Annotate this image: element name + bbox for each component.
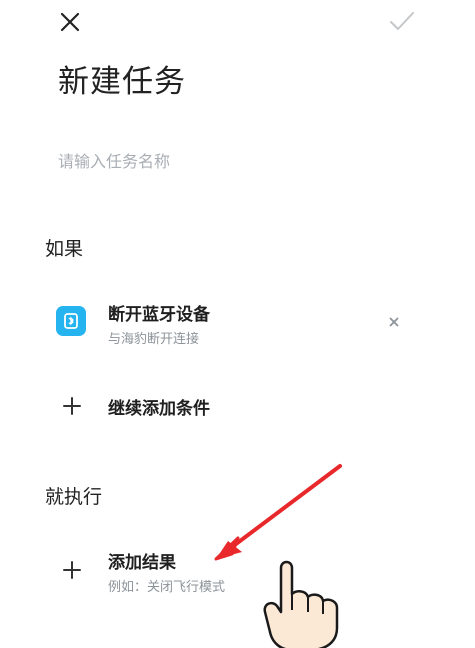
- bluetooth-device-icon: [56, 306, 86, 336]
- plus-icon: [63, 397, 81, 415]
- if-section-title: 如果: [45, 238, 84, 260]
- close-icon: [60, 12, 80, 32]
- add-result-hint: 例如：关闭飞行模式: [108, 580, 226, 595]
- add-result-label: 添加结果: [108, 553, 176, 573]
- confirm-button[interactable]: [388, 8, 416, 36]
- new-task-screen: 新建任务 如果 断开蓝牙设备 与海豹断开连接 继续添加条件 就执行 添加结果: [0, 0, 475, 648]
- plus-icon: [63, 561, 81, 579]
- condition-item[interactable]: 断开蓝牙设备 与海豹断开连接: [0, 292, 475, 352]
- checkmark-icon: [390, 12, 414, 30]
- add-condition-label: 继续添加条件: [108, 399, 210, 419]
- add-result-button[interactable]: 添加结果 例如：关闭飞行模式: [0, 542, 475, 602]
- page-title: 新建任务: [58, 64, 186, 100]
- remove-condition-button[interactable]: [384, 312, 404, 332]
- close-button[interactable]: [56, 8, 84, 36]
- task-name-input[interactable]: [58, 146, 418, 176]
- then-section-title: 就执行: [45, 486, 103, 508]
- condition-title: 断开蓝牙设备: [108, 305, 210, 325]
- remove-icon: [389, 317, 399, 327]
- condition-subtitle: 与海豹断开连接: [108, 332, 200, 347]
- add-condition-button[interactable]: 继续添加条件: [0, 386, 475, 426]
